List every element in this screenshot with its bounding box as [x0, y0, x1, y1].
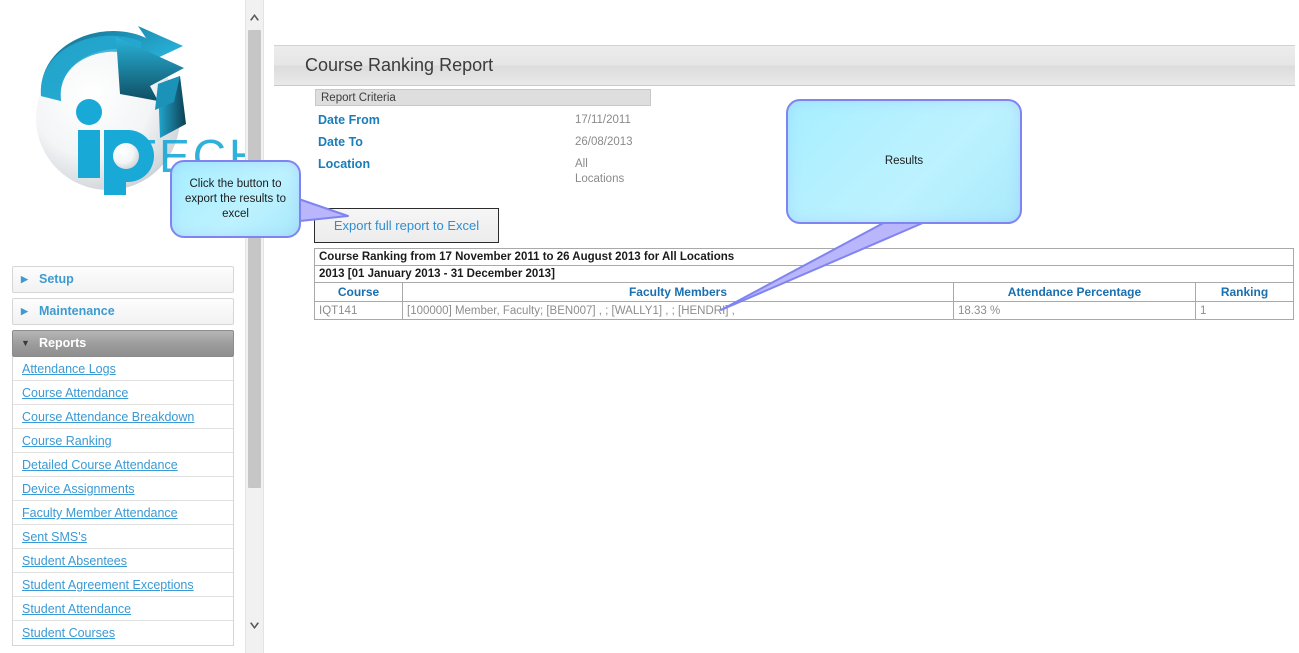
triangle-right-icon: ▶ [21, 274, 28, 284]
list-item[interactable]: Course Ranking [13, 429, 233, 453]
criteria-value: 26/08/2013 [575, 135, 633, 150]
criteria-label: Location [318, 157, 371, 171]
sidebar-navigation: ▶ Setup ▶ Maintenance ▼ Reports Attendan… [12, 266, 234, 646]
sidebar-item-course-attendance-breakdown[interactable]: Course Attendance Breakdown [22, 410, 194, 424]
sidebar-item-faculty-member-attendance[interactable]: Faculty Member Attendance [22, 506, 178, 520]
report-criteria-heading: Report Criteria [315, 89, 651, 106]
criteria-row-date-from: Date From 17/11/2011 [315, 113, 651, 128]
scrollbar-thumb[interactable] [248, 30, 261, 488]
cell-course: IQT141 [314, 301, 403, 320]
page-header-bar: Course Ranking Report [274, 45, 1295, 86]
list-item[interactable]: Course Attendance Breakdown [13, 405, 233, 429]
sidebar-section-label: Setup [39, 272, 74, 286]
chevron-down-icon[interactable] [246, 615, 263, 637]
callout-text: Results [884, 155, 924, 167]
criteria-value: 17/11/2011 [575, 113, 631, 128]
sidebar-item-student-absentees[interactable]: Student Absentees [22, 554, 127, 568]
sidebar-item-student-agreement-exceptions[interactable]: Student Agreement Exceptions [22, 578, 194, 592]
triangle-down-icon: ▼ [21, 338, 30, 348]
callout-bubble: Click the button to export the results t… [170, 160, 301, 238]
criteria-value-line: 26/08/2013 [575, 136, 633, 148]
chevron-up-icon[interactable] [246, 6, 263, 28]
list-item[interactable]: Student Agreement Exceptions [13, 573, 233, 597]
list-item[interactable]: Student Attendance [13, 597, 233, 621]
callout-export-hint: Click the button to export the results t… [170, 160, 350, 250]
list-item[interactable]: Device Assignments [13, 477, 233, 501]
list-item[interactable]: Course Attendance [13, 381, 233, 405]
criteria-row-location: Location All Locations [315, 157, 651, 187]
report-criteria-panel: Report Criteria Date From 17/11/2011 Dat… [315, 89, 651, 187]
callout-results-hint: Results [720, 99, 1026, 314]
sidebar-item-sent-sms[interactable]: Sent SMS's [22, 530, 87, 544]
sidebar-item-student-courses[interactable]: Student Courses [22, 626, 115, 640]
sidebar-section-setup[interactable]: ▶ Setup [12, 266, 234, 293]
sidebar-item-course-attendance[interactable]: Course Attendance [22, 386, 128, 400]
column-header-ranking: Ranking [1195, 282, 1294, 302]
list-item[interactable]: Sent SMS's [13, 525, 233, 549]
sidebar-section-label: Reports [39, 336, 87, 350]
list-item[interactable]: Attendance Logs [13, 357, 233, 381]
callout-text: Click the button to export the results t… [185, 177, 286, 220]
criteria-value-line: 17/11/2011 [575, 114, 631, 126]
callout-bubble: Results [786, 99, 1022, 224]
application-window: TECH ▶ Setup ▶ Maintenance ▼ Reports Att… [0, 0, 1299, 653]
main-content: Course Ranking Report Report Criteria Da… [274, 45, 1295, 645]
sidebar-item-attendance-logs[interactable]: Attendance Logs [22, 362, 116, 376]
list-item[interactable]: Detailed Course Attendance [13, 453, 233, 477]
page-title: Course Ranking Report [305, 55, 494, 75]
criteria-label: Date From [318, 113, 380, 127]
sidebar-item-detailed-course-attendance[interactable]: Detailed Course Attendance [22, 458, 178, 472]
list-item[interactable]: Student Absentees [13, 549, 233, 573]
cell-ranking: 1 [1195, 301, 1294, 320]
sidebar-section-maintenance[interactable]: ▶ Maintenance [12, 298, 234, 325]
criteria-value-line-2: Locations [575, 173, 625, 185]
sidebar-section-reports[interactable]: ▼ Reports [12, 330, 234, 357]
criteria-row-date-to: Date To 26/08/2013 [315, 135, 651, 150]
sidebar-item-student-attendance[interactable]: Student Attendance [22, 602, 131, 616]
criteria-value: All Locations [575, 157, 624, 187]
sidebar-item-device-assignments[interactable]: Device Assignments [22, 482, 135, 496]
column-header-course: Course [314, 282, 403, 302]
sidebar-item-course-ranking[interactable]: Course Ranking [22, 434, 112, 448]
sidebar-reports-list: Attendance Logs Course Attendance Course… [12, 357, 234, 646]
list-item[interactable]: Student Courses [13, 621, 233, 645]
list-item[interactable]: Faculty Member Attendance [13, 501, 233, 525]
criteria-value-line: All [575, 158, 588, 170]
triangle-right-icon: ▶ [21, 306, 28, 316]
criteria-label: Date To [318, 135, 363, 149]
page-scrollbar[interactable] [245, 0, 264, 653]
sidebar-section-label: Maintenance [39, 304, 115, 318]
